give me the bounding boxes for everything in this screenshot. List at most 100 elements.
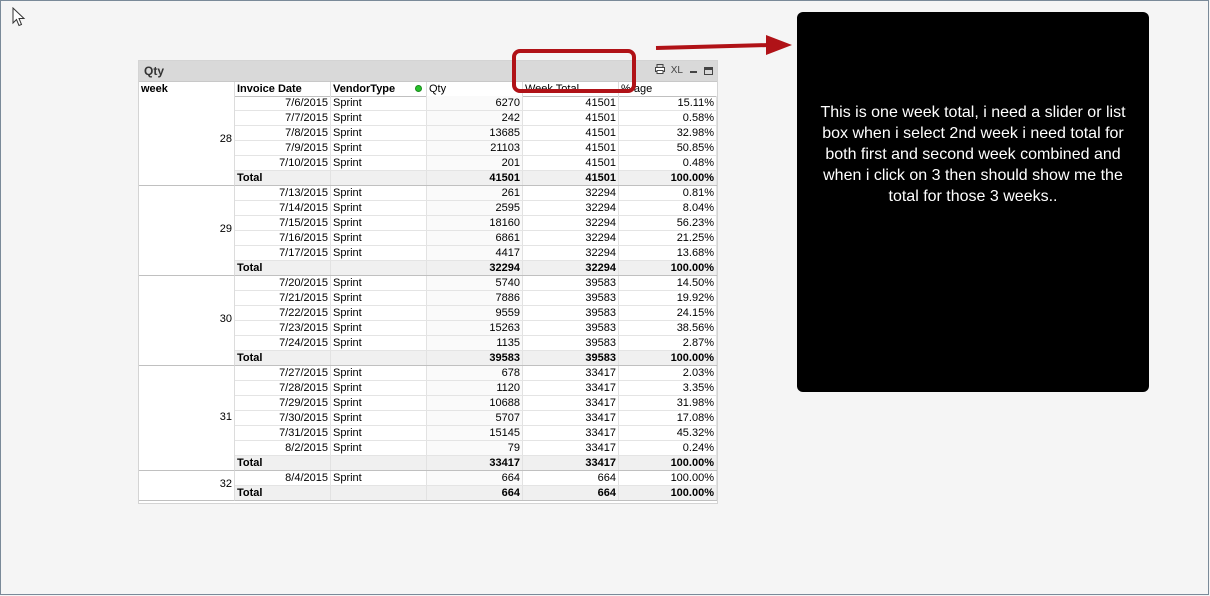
table-row[interactable]: 7/29/2015 Sprint 10688 33417 31.98% [235,396,717,411]
total-row: Total 664 664 100.00% [235,486,717,501]
print-icon[interactable] [654,64,665,78]
table-row[interactable]: 7/23/2015 Sprint 15263 39583 38.56% [235,321,717,336]
table-row[interactable]: 7/8/2015 Sprint 13685 41501 32.98% [235,126,717,141]
table-row[interactable]: 8/4/2015 Sprint 664 664 100.00% [235,471,717,486]
week-cell[interactable]: 32 [139,471,235,501]
invoice-date-cell: 7/24/2015 [235,336,331,350]
table-row[interactable]: 7/21/2015 Sprint 7886 39583 19.92% [235,291,717,306]
invoice-date-cell: 7/16/2015 [235,231,331,245]
invoice-date-cell: 7/28/2015 [235,381,331,395]
table-row[interactable]: 7/13/2015 Sprint 261 32294 0.81% [235,186,717,201]
pct-cell: 100.00% [619,471,717,485]
qty-cell: 9559 [427,306,523,320]
pct-cell: 15.11% [619,96,717,110]
vendor-type-cell: Sprint [331,366,427,380]
invoice-date-cell: 7/20/2015 [235,276,331,290]
pct-cell: 38.56% [619,321,717,335]
total-qty-cell: 664 [427,486,523,500]
pct-cell: 0.81% [619,186,717,200]
table-row[interactable]: 7/27/2015 Sprint 678 33417 2.03% [235,366,717,381]
table-row[interactable]: 7/20/2015 Sprint 5740 39583 14.50% [235,276,717,291]
table-row[interactable]: 7/15/2015 Sprint 18160 32294 56.23% [235,216,717,231]
week-total-cell: 39583 [523,336,619,350]
selection-indicator-icon [415,85,422,92]
table-row[interactable]: 7/16/2015 Sprint 6861 32294 21.25% [235,231,717,246]
total-label: Total [235,486,331,500]
qty-cell: 13685 [427,126,523,140]
week-total-cell: 32294 [523,201,619,215]
qty-cell: 6861 [427,231,523,245]
qty-cell: 21103 [427,141,523,155]
total-label: Total [235,261,331,275]
straight-table[interactable]: Qty XL week Invoice Date VendorType Qty … [138,60,718,504]
annotation-text: This is one week total, i need a slider … [820,104,1126,205]
invoice-date-cell: 7/14/2015 [235,201,331,215]
table-row[interactable]: 7/22/2015 Sprint 9559 39583 24.15% [235,306,717,321]
vendor-type-cell: Sprint [331,246,427,260]
pct-cell: 8.04% [619,201,717,215]
invoice-date-cell: 7/10/2015 [235,156,331,170]
vendor-type-cell: Sprint [331,126,427,140]
invoice-date-cell: 8/2/2015 [235,441,331,455]
table-row[interactable]: 7/9/2015 Sprint 21103 41501 50.85% [235,141,717,156]
week-total-cell: 39583 [523,321,619,335]
week-total-cell: 33417 [523,381,619,395]
pct-cell: 13.68% [619,246,717,260]
invoice-date-cell: 7/17/2015 [235,246,331,260]
vendor-type-cell: Sprint [331,381,427,395]
week-cell[interactable]: 28 [139,96,235,186]
total-label: Total [235,456,331,470]
invoice-date-cell: 7/13/2015 [235,186,331,200]
week-cell[interactable]: 30 [139,276,235,366]
qty-cell: 5740 [427,276,523,290]
pct-cell: 56.23% [619,216,717,230]
pct-cell: 2.03% [619,366,717,380]
column-header-qty[interactable]: Qty [427,82,523,96]
table-row[interactable]: 8/2/2015 Sprint 79 33417 0.24% [235,441,717,456]
invoice-date-cell: 7/15/2015 [235,216,331,230]
qty-cell: 79 [427,441,523,455]
table-row[interactable]: 7/7/2015 Sprint 242 41501 0.58% [235,111,717,126]
week-total-cell: 32294 [523,186,619,200]
week-cell[interactable]: 31 [139,366,235,471]
invoice-date-cell: 8/4/2015 [235,471,331,485]
week-total-highlight [512,49,636,93]
total-vendor-cell [331,486,427,500]
minimize-icon[interactable] [689,65,698,78]
week-total-cell: 41501 [523,96,619,110]
column-header-vendor-type[interactable]: VendorType [331,82,427,96]
table-row[interactable]: 7/28/2015 Sprint 1120 33417 3.35% [235,381,717,396]
pct-cell: 17.08% [619,411,717,425]
table-row[interactable]: 7/10/2015 Sprint 201 41501 0.48% [235,156,717,171]
xl-export-icon[interactable]: XL [671,65,683,77]
pct-cell: 3.35% [619,381,717,395]
total-pct-cell: 100.00% [619,456,717,470]
column-header-invoice-date[interactable]: Invoice Date [235,82,331,96]
vendor-type-cell: Sprint [331,276,427,290]
caption-icons: XL [654,64,713,78]
qty-cell: 1120 [427,381,523,395]
table-row[interactable]: 7/24/2015 Sprint 1135 39583 2.87% [235,336,717,351]
total-label: Total [235,171,331,185]
vendor-type-cell: Sprint [331,441,427,455]
week-cell[interactable]: 29 [139,186,235,276]
pct-cell: 14.50% [619,276,717,290]
pct-cell: 50.85% [619,141,717,155]
table-row[interactable]: 7/14/2015 Sprint 2595 32294 8.04% [235,201,717,216]
invoice-date-cell: 7/6/2015 [235,96,331,110]
total-row: Total 41501 41501 100.00% [235,171,717,186]
invoice-date-cell: 7/30/2015 [235,411,331,425]
column-header-week[interactable]: week [139,82,235,96]
table-row[interactable]: 7/17/2015 Sprint 4417 32294 13.68% [235,246,717,261]
qty-cell: 15145 [427,426,523,440]
vendor-type-cell: Sprint [331,306,427,320]
maximize-icon[interactable] [704,67,713,75]
pct-cell: 24.15% [619,306,717,320]
table-row[interactable]: 7/6/2015 Sprint 6270 41501 15.11% [235,96,717,111]
total-row: Total 39583 39583 100.00% [235,351,717,366]
mouse-pointer-icon [12,7,26,27]
table-row[interactable]: 7/30/2015 Sprint 5707 33417 17.08% [235,411,717,426]
total-row: Total 32294 32294 100.00% [235,261,717,276]
table-row[interactable]: 7/31/2015 Sprint 15145 33417 45.32% [235,426,717,441]
week-total-cell: 32294 [523,246,619,260]
